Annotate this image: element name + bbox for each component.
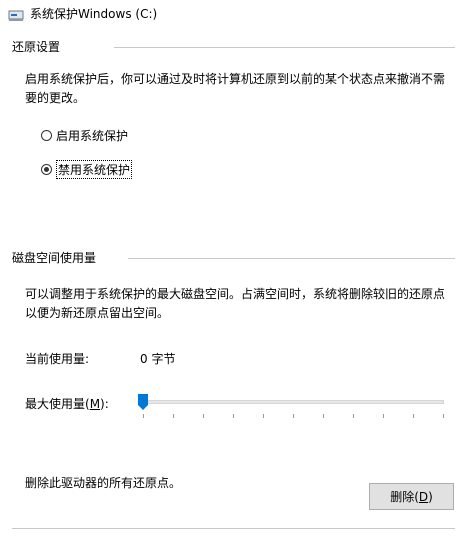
slider-thumb-icon[interactable] (137, 393, 149, 411)
window-title: 系统保护Windows (C:) (30, 7, 158, 21)
disk-usage-description-line2: 以便为新还原点留出空间。 (25, 306, 170, 320)
restore-settings-divider (114, 47, 455, 48)
disk-usage-divider (128, 258, 455, 259)
enable-protection-radio[interactable]: 启用系统保护 (41, 127, 128, 144)
disk-usage-description-line1: 可以调整用于系统保护的最大磁盘空间。占满空间时，系统将删除较旧的还原点 (25, 287, 446, 301)
title-bar: 系统保护Windows (C:) (0, 0, 473, 30)
max-usage-slider-track[interactable] (142, 400, 444, 404)
restore-settings-group-label: 还原设置 (12, 40, 61, 54)
bottom-divider (12, 528, 455, 529)
max-usage-label: 最大使用量(M): (25, 397, 109, 411)
drive-icon (8, 10, 24, 21)
restore-settings-description-line1: 启用系统保护后，你可以通过及时将计算机还原到以前的某个状态点来撤消不需 (25, 72, 446, 86)
enable-protection-label: 启用系统保护 (56, 129, 129, 143)
disk-usage-group-label: 磁盘空间使用量 (12, 251, 97, 265)
radio-circle-icon (41, 130, 52, 141)
restore-settings-description-line2: 要的更改。 (25, 91, 86, 105)
disk-usage-description: 可以调整用于系统保护的最大磁盘空间。占满空间时，系统将删除较旧的还原点 以便为新… (25, 285, 455, 323)
disable-protection-radio[interactable]: 禁用系统保护 (41, 160, 133, 179)
disable-protection-label: 禁用系统保护 (56, 160, 133, 179)
delete-button-label: 删除(D) (390, 490, 433, 504)
current-usage-value: 0 字节 (140, 352, 176, 366)
restore-settings-description: 启用系统保护后，你可以通过及时将计算机还原到以前的某个状态点来撤消不需 要的更改… (25, 70, 455, 108)
current-usage-label: 当前使用量: (25, 352, 90, 366)
radio-selected-icon (41, 164, 52, 175)
delete-restore-points-label: 删除此驱动器的所有还原点。 (25, 476, 182, 490)
delete-button[interactable]: 删除(D) (369, 483, 454, 510)
